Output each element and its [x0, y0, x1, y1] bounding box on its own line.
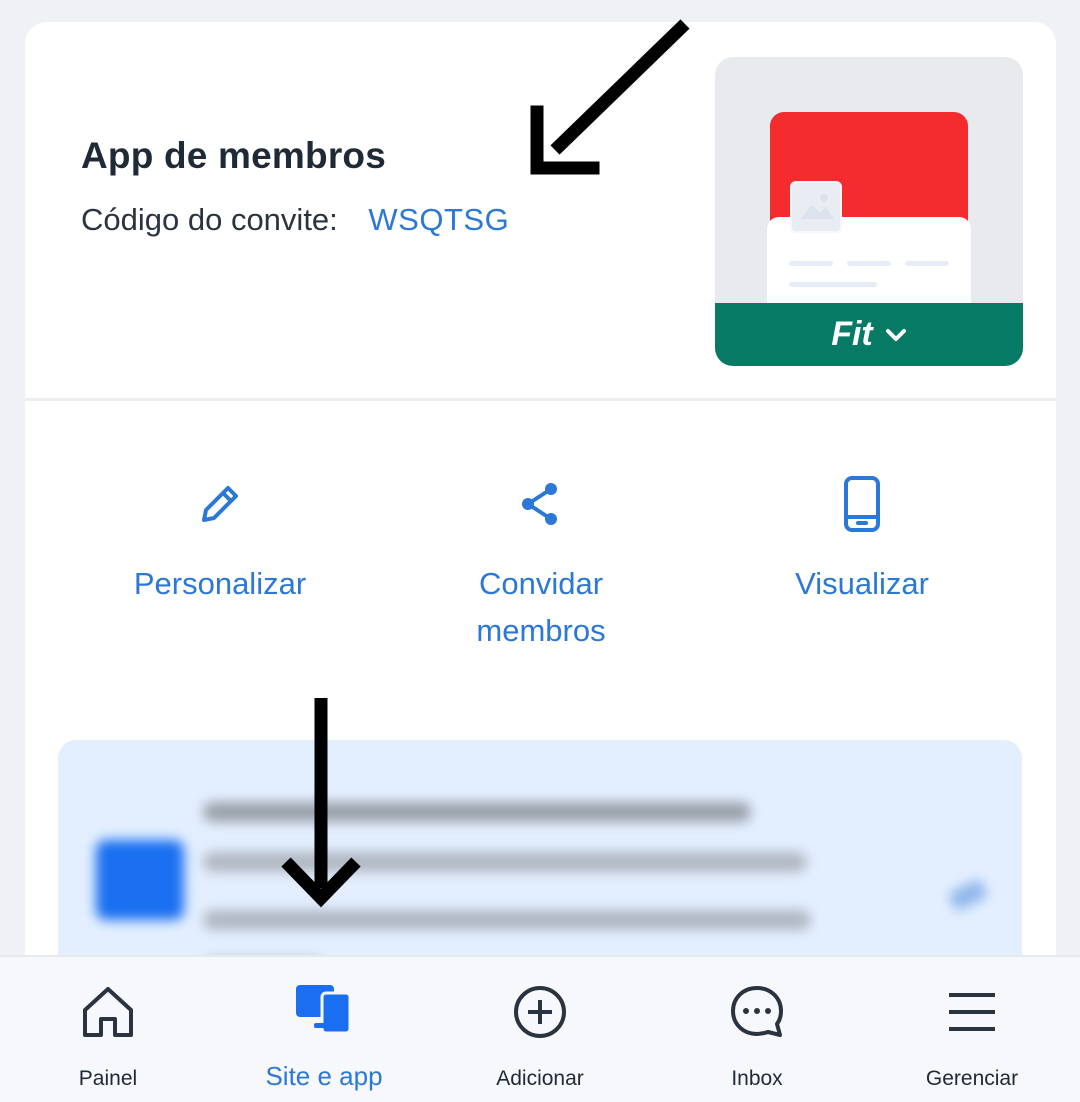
- blurred-text: [203, 910, 811, 930]
- tab-add[interactable]: Adicionar: [440, 957, 640, 1102]
- theme-preview[interactable]: Fit: [715, 57, 1023, 366]
- plus-circle-icon: [440, 983, 640, 1043]
- app-card: App de membros Código do convite: WSQTSG…: [25, 22, 1056, 1102]
- customize-button[interactable]: Personalizar: [90, 474, 350, 607]
- annotation-arrow: [281, 698, 361, 908]
- theme-selector[interactable]: Fit: [715, 303, 1023, 366]
- customize-label: Personalizar: [133, 566, 307, 601]
- tab-label: Inbox: [731, 1067, 783, 1090]
- devices-icon: [224, 983, 424, 1043]
- tab-label: Painel: [78, 1067, 138, 1090]
- tab-manage[interactable]: Gerenciar: [872, 957, 1072, 1102]
- invite-label: Código do convite:: [81, 202, 338, 237]
- preview-line: [905, 261, 949, 266]
- send-icon: [947, 878, 989, 912]
- invite-row: Código do convite: WSQTSG: [81, 202, 509, 238]
- tab-label: Site e app: [265, 1061, 383, 1091]
- preview-line: [789, 282, 877, 287]
- preview-line: [847, 261, 891, 266]
- menu-icon: [872, 983, 1072, 1043]
- phone-icon: [732, 474, 992, 534]
- bottom-tab-bar: Painel Site e app Adicionar Inbox Gerenc…: [0, 955, 1080, 1102]
- chevron-down-icon: [885, 327, 907, 343]
- tab-site-app[interactable]: Site e app: [224, 957, 424, 1102]
- tab-label: Gerenciar: [925, 1067, 1019, 1090]
- app-title: App de membros: [81, 135, 387, 176]
- invite-members-button[interactable]: Convidar membros: [411, 474, 671, 654]
- image-placeholder-icon: [790, 181, 842, 233]
- divider: [25, 398, 1056, 401]
- invite-members-label: Convidar membros: [476, 566, 606, 648]
- theme-name: Fit: [831, 315, 873, 353]
- tab-label: Adicionar: [496, 1067, 584, 1090]
- share-icon: [411, 474, 671, 534]
- chat-icon: [657, 983, 857, 1043]
- preview-label: Visualizar: [795, 566, 929, 601]
- home-icon: [8, 983, 208, 1043]
- preview-button[interactable]: Visualizar: [732, 474, 992, 607]
- preview-line: [789, 261, 833, 266]
- pencil-icon: [90, 474, 350, 534]
- banner-app-icon: [96, 840, 184, 920]
- annotation-arrow: [530, 19, 690, 175]
- tab-inbox[interactable]: Inbox: [657, 957, 857, 1102]
- tab-dashboard[interactable]: Painel: [8, 957, 208, 1102]
- invite-code[interactable]: WSQTSG: [368, 202, 509, 237]
